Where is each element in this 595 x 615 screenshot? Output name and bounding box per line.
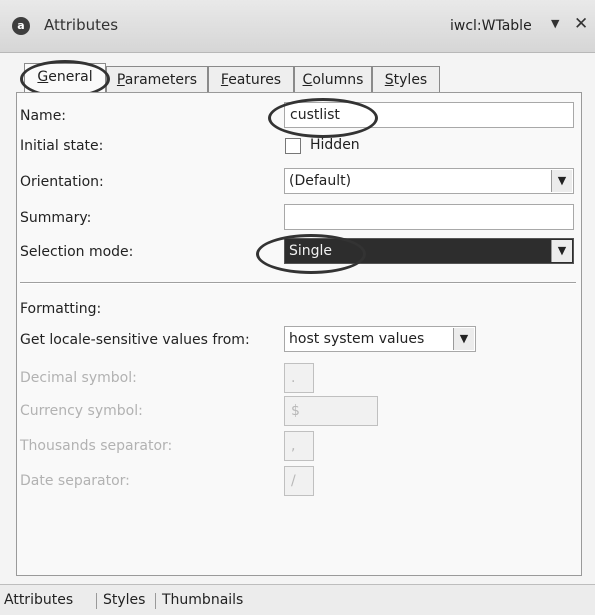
tab-features[interactable]: Features [208, 66, 294, 93]
locale-value: host system values [289, 331, 425, 347]
name-label: Name: [20, 108, 67, 124]
component-type-label: iwcl:WTable [450, 18, 532, 34]
locale-label: Get locale-sensitive values from: [20, 332, 250, 348]
selection-mode-select[interactable]: Single ▼ [284, 238, 574, 264]
decimal-symbol-label: Decimal symbol: [20, 370, 137, 386]
section-divider [20, 282, 576, 284]
tab-parameters[interactable]: Parameters [106, 66, 208, 93]
orientation-select[interactable]: (Default) ▼ [284, 168, 574, 194]
currency-symbol-label: Currency symbol: [20, 403, 143, 419]
tab-separator [155, 593, 156, 609]
name-field[interactable]: custlist [284, 102, 574, 128]
chevron-down-icon[interactable]: ▼ [551, 240, 572, 262]
orientation-label: Orientation: [20, 174, 104, 190]
view-menu-arrow-icon[interactable]: ▼ [551, 17, 559, 30]
decimal-symbol-field: . [284, 363, 314, 393]
tab-columns[interactable]: Columns [294, 66, 372, 93]
formatting-heading: Formatting: [20, 301, 102, 317]
initial-state-label: Initial state: [20, 138, 104, 154]
summary-label: Summary: [20, 210, 92, 226]
bottom-tab-attributes[interactable]: Attributes [4, 592, 73, 608]
summary-field[interactable] [284, 204, 574, 230]
selection-mode-value: Single [289, 243, 333, 259]
view-title: Attributes [44, 16, 119, 34]
chevron-down-icon[interactable]: ▼ [551, 170, 572, 192]
date-separator-label: Date separator: [20, 473, 130, 489]
bottom-tab-styles[interactable]: Styles [103, 592, 145, 608]
locale-select[interactable]: host system values ▼ [284, 326, 476, 352]
date-separator-field: / [284, 466, 314, 496]
hidden-checkbox-label: Hidden [310, 137, 360, 153]
bottom-view-tabs: Attributes Styles Thumbnails [0, 584, 595, 615]
close-icon[interactable]: ✕ [574, 14, 588, 34]
tab-styles[interactable]: Styles [372, 66, 440, 93]
thousands-separator-label: Thousands separator: [20, 438, 173, 454]
orientation-value: (Default) [289, 173, 352, 189]
tab-separator [96, 593, 97, 609]
hidden-checkbox[interactable] [285, 138, 301, 154]
chevron-down-icon[interactable]: ▼ [453, 328, 474, 350]
thousands-separator-field: , [284, 431, 314, 461]
bottom-tab-thumbnails[interactable]: Thumbnails [162, 592, 243, 608]
view-title-bar: a Attributes iwcl:WTable ▼ ✕ [0, 0, 595, 53]
currency-symbol-field: $ [284, 396, 378, 426]
tab-general[interactable]: General [24, 63, 106, 94]
selection-mode-label: Selection mode: [20, 244, 134, 260]
attributes-icon: a [12, 17, 30, 35]
